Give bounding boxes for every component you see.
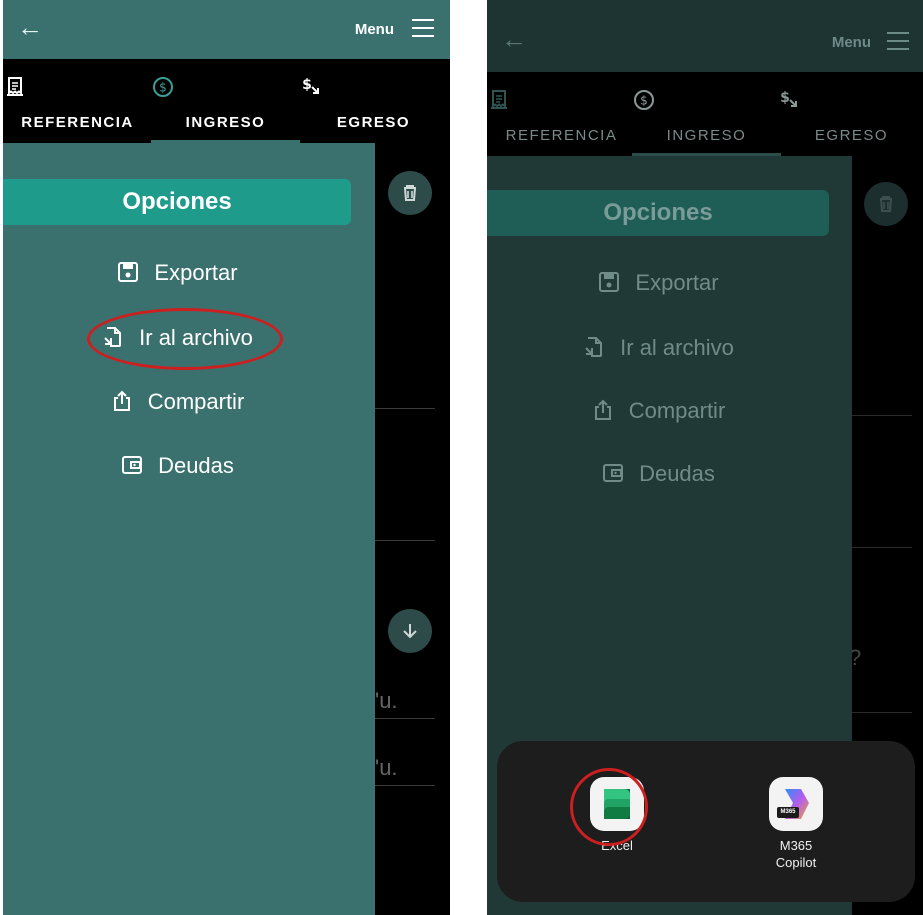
tab-egreso-label: EGRESO [336, 114, 411, 131]
open-file-icon [585, 337, 603, 357]
menu-item-compartir[interactable]: Compartir [487, 394, 829, 428]
arrow-down-icon [403, 624, 417, 639]
divider [375, 785, 435, 786]
m365-badge-text: M365 [780, 809, 796, 815]
receipt-icon [7, 77, 23, 96]
menu-item-label: Exportar [154, 260, 238, 285]
save-icon [599, 272, 620, 292]
menu-item-label: Exportar [635, 270, 719, 295]
svg-text:$: $ [159, 81, 167, 95]
dollar-circle-icon: $ [153, 77, 173, 97]
svg-text:$: $ [780, 90, 790, 106]
hamburger-menu-icon[interactable] [412, 19, 434, 37]
options-drawer: Opciones Exportar Ir al archivo Comparti… [3, 143, 375, 915]
tab-referencia-label: REFERENCIA [505, 127, 618, 144]
tab-egreso[interactable]: $ EGRESO [777, 72, 923, 156]
wallet-icon [603, 464, 624, 482]
tab-ingreso-label: INGRESO [185, 114, 266, 131]
wallet-icon [122, 456, 143, 474]
tab-referencia-label: REFERENCIA [21, 114, 134, 131]
back-arrow-icon[interactable]: ← [501, 24, 527, 54]
receipt-icon [491, 90, 507, 109]
divider [375, 718, 435, 719]
delete-button[interactable] [388, 171, 432, 215]
share-icon [594, 399, 611, 420]
highlight-circle [570, 768, 648, 846]
tab-egreso[interactable]: $ EGRESO [299, 59, 448, 143]
tab-bar: REFERENCIA $ INGRESO $ EGRESO [3, 59, 450, 143]
app-bar: ← Menu [3, 0, 450, 59]
divider [375, 408, 435, 409]
divider [375, 540, 435, 541]
dollar-circle-icon: $ [634, 90, 654, 110]
app-label-line2: Copilot [775, 855, 817, 870]
svg-text:$: $ [640, 94, 648, 108]
trash-icon [404, 185, 416, 201]
tab-ingreso-label: INGRESO [666, 127, 747, 144]
dollar-down-icon: $ [302, 77, 319, 94]
menu-item-label: Compartir [147, 389, 245, 414]
drawer-title: Opciones [3, 179, 351, 225]
trash-icon [880, 196, 892, 212]
back-arrow-icon[interactable]: ← [17, 12, 43, 42]
divider [852, 712, 912, 713]
right-screen: ← Menu REFERENCIA $ INGRESO $ EGRESO ? O… [487, 0, 923, 915]
menu-item-exportar[interactable]: Exportar [487, 266, 829, 300]
menu-item-deudas[interactable]: Deudas [3, 449, 351, 483]
menu-item-ir-al-archivo[interactable]: Ir al archivo [487, 331, 829, 365]
menu-item-exportar[interactable]: Exportar [3, 256, 351, 290]
app-bar: ← Menu [487, 0, 923, 72]
tab-bar: REFERENCIA $ INGRESO $ EGRESO [487, 72, 923, 156]
save-icon [118, 262, 139, 282]
tab-egreso-label: EGRESO [814, 127, 889, 144]
m365-copilot-icon: M365 [769, 777, 823, 831]
menu-item-label: Deudas [639, 461, 715, 486]
app-chooser-sheet: Excel M365 M365 Copilot [497, 741, 915, 902]
delete-button[interactable] [864, 182, 908, 226]
app-m365-copilot[interactable]: M365 M365 Copilot [751, 777, 841, 871]
menu-item-label: Compartir [628, 398, 726, 423]
left-screen: ← Menu REFERENCIA $ INGRESO $ EGRESO 'u.… [3, 0, 450, 915]
menu-item-deudas[interactable]: Deudas [487, 457, 829, 491]
drawer-title: Opciones [487, 190, 829, 236]
tab-ingreso[interactable]: $ INGRESO [151, 59, 300, 143]
menu-label[interactable]: Menu [832, 34, 871, 51]
tab-referencia[interactable]: REFERENCIA [3, 59, 152, 143]
menu-label[interactable]: Menu [355, 21, 394, 38]
menu-item-label: Deudas [158, 453, 234, 478]
dollar-down-icon: $ [780, 90, 797, 107]
divider [852, 415, 912, 416]
hamburger-menu-icon[interactable] [887, 32, 909, 50]
partial-text: 'u. [375, 755, 398, 780]
highlight-circle [87, 308, 283, 370]
divider [852, 547, 912, 548]
app-label-line1: M365 [779, 838, 813, 853]
share-icon [113, 390, 130, 411]
svg-text:$: $ [302, 77, 312, 93]
menu-item-label: Ir al archivo [620, 335, 734, 360]
tab-referencia[interactable]: REFERENCIA [487, 72, 636, 156]
menu-item-compartir[interactable]: Compartir [3, 385, 351, 419]
tab-ingreso[interactable]: $ INGRESO [632, 72, 781, 156]
partial-text: 'u. [375, 688, 398, 713]
scroll-down-button[interactable] [388, 609, 432, 653]
